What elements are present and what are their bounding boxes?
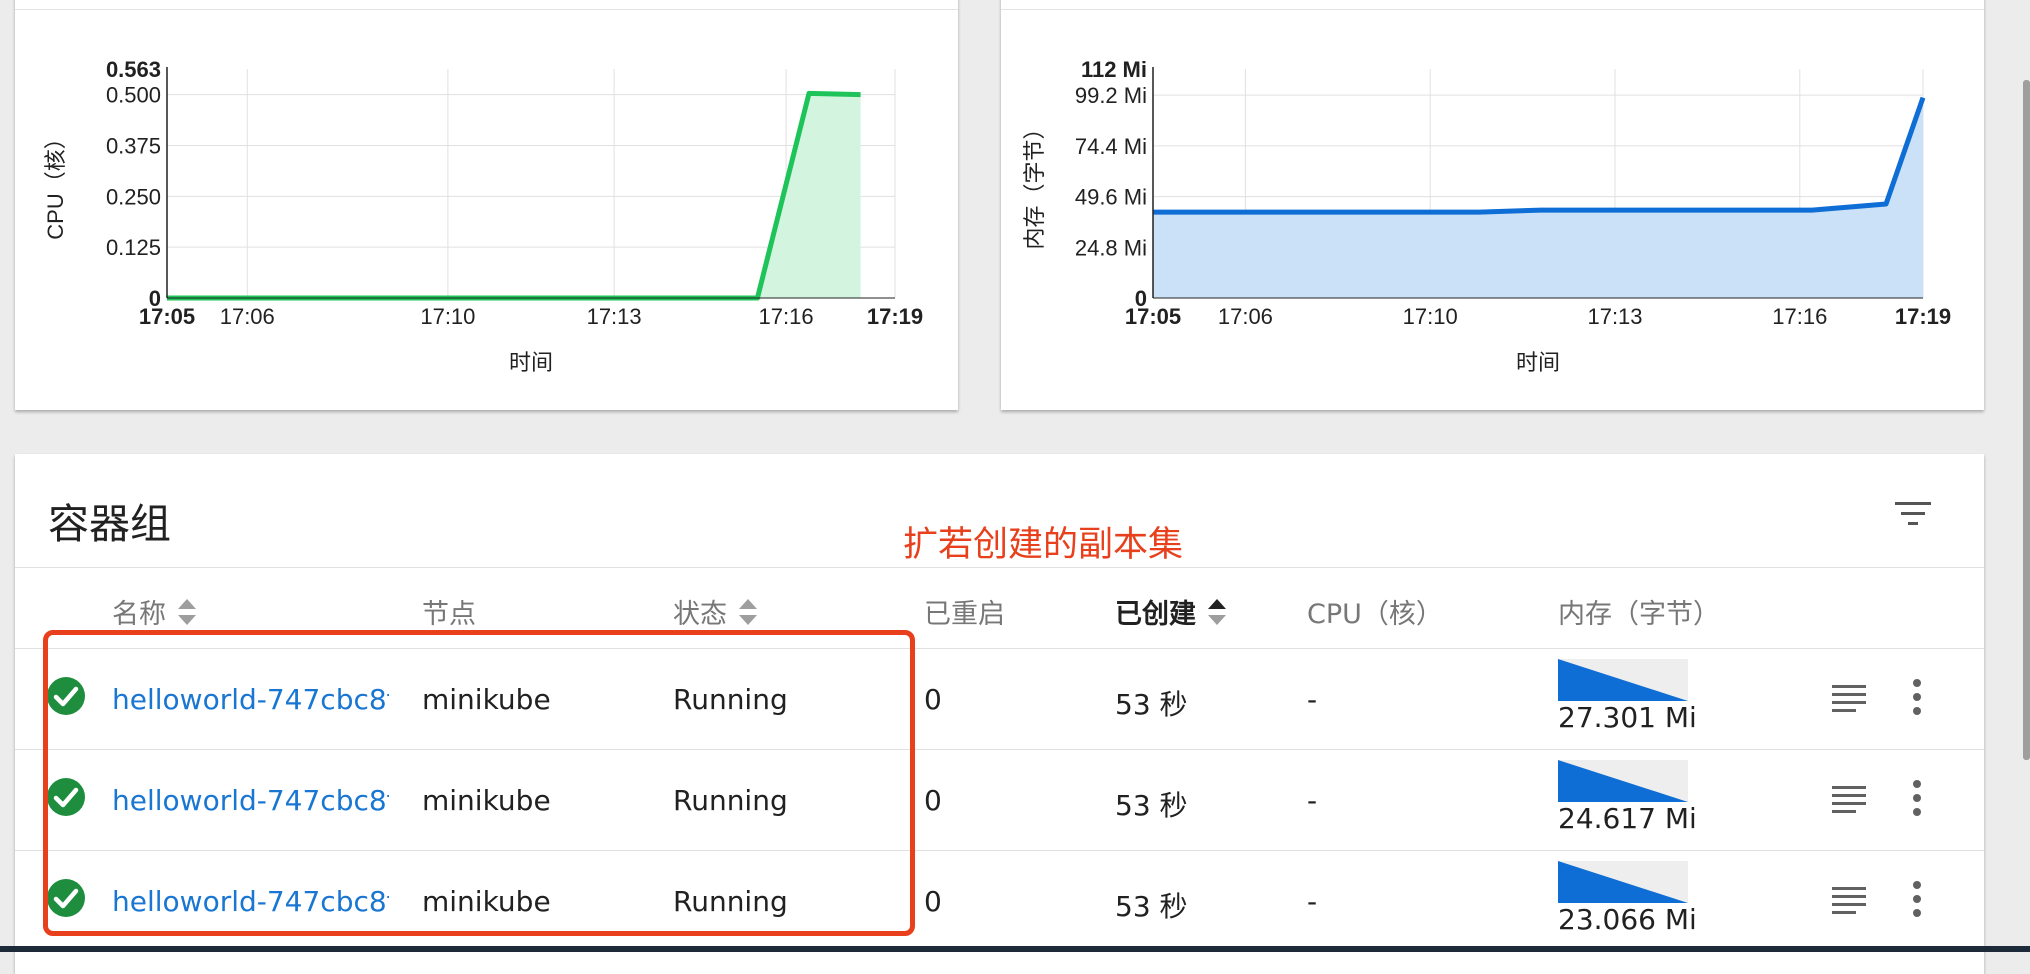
filter-list-icon[interactable] bbox=[1893, 494, 1933, 534]
column-header-status[interactable]: 状态 bbox=[673, 592, 759, 631]
sort-icon bbox=[176, 596, 198, 628]
pods-card: 容器组 扩若创建的副本集 名称 节点 状态 已重启 已创建 CPU（核） 内存（… bbox=[15, 454, 1984, 974]
x-tick-label: 17:06 bbox=[220, 304, 275, 329]
pod-status: Running bbox=[673, 885, 788, 918]
column-header-label: 节点 bbox=[422, 599, 476, 630]
column-header-label: 状态 bbox=[673, 599, 727, 630]
more-vert-icon[interactable] bbox=[1909, 879, 1925, 919]
column-header-name[interactable]: 名称 bbox=[112, 592, 198, 631]
pod-node: minikube bbox=[422, 784, 551, 817]
x-tick-label: 17:16 bbox=[759, 304, 814, 329]
pod-node: minikube bbox=[422, 885, 551, 918]
x-tick-label: 17:06 bbox=[1218, 304, 1273, 329]
table-row: helloworld-747cbc8fc1 minikube Running 0… bbox=[15, 649, 1984, 749]
y-axis-title: CPU（核） bbox=[43, 127, 68, 239]
column-header-label: 名称 bbox=[112, 599, 166, 630]
check-circle-icon bbox=[47, 677, 85, 715]
sort-icon bbox=[737, 596, 759, 628]
x-tick-label: 17:19 bbox=[1895, 304, 1951, 329]
replica-set-annotation: 扩若创建的副本集 bbox=[903, 525, 1184, 565]
column-header-label: CPU（核） bbox=[1307, 599, 1443, 630]
y-tick-label: 0.500 bbox=[106, 83, 161, 108]
x-tick-label: 17:13 bbox=[1587, 304, 1642, 329]
pods-section-title: 容器组 bbox=[48, 500, 171, 548]
memory-usage-chart: 024.8 Mi49.6 Mi74.4 Mi99.2 Mi112 Mi17:05… bbox=[1022, 57, 1951, 375]
logs-icon[interactable] bbox=[1832, 885, 1866, 915]
column-header-node: 节点 bbox=[422, 592, 476, 631]
memory-sparkline bbox=[1558, 861, 1688, 903]
pod-restarts: 0 bbox=[924, 784, 942, 817]
y-tick-label: 112 Mi bbox=[1081, 57, 1147, 82]
column-header-restarts: 已重启 bbox=[924, 592, 1005, 631]
table-row: helloworld-747cbc8fc1 minikube Running 0… bbox=[15, 851, 1984, 951]
cpu-usage-chart: 00.1250.2500.3750.5000.56317:05 17:06 17:1… bbox=[43, 57, 923, 375]
y-tick-label: 99.2 Mi bbox=[1075, 83, 1147, 108]
x-axis-title: 时间 bbox=[509, 350, 553, 375]
check-circle-icon bbox=[47, 778, 85, 816]
pod-node: minikube bbox=[422, 683, 551, 716]
pod-status: Running bbox=[673, 784, 788, 817]
pod-restarts: 0 bbox=[924, 885, 942, 918]
y-tick-label: 74.4 Mi bbox=[1075, 134, 1147, 159]
cpu-usage-card: 0 0.125 0.250 0.375 0.500 0.563 17:05 17:06 17:1… bbox=[15, 0, 958, 410]
logs-icon[interactable] bbox=[1832, 784, 1866, 814]
series-line bbox=[1153, 96, 1926, 215]
y-tick-label: 49.6 Mi bbox=[1075, 185, 1147, 210]
pod-name-link[interactable]: helloworld-747cbc8fc1 bbox=[112, 683, 389, 716]
pod-created: 53 秒 bbox=[1115, 890, 1188, 923]
page-scrollbar[interactable] bbox=[2023, 80, 2030, 760]
y-tick-label: 0.125 bbox=[106, 235, 161, 260]
header-divider bbox=[15, 567, 1984, 568]
memory-sparkline bbox=[1558, 760, 1688, 802]
check-circle-icon bbox=[47, 879, 85, 917]
x-tick-label: 17:10 bbox=[1403, 304, 1458, 329]
x-axis-title: 时间 bbox=[1516, 350, 1560, 375]
pod-status: Running bbox=[673, 683, 788, 716]
series-line bbox=[167, 90, 861, 301]
series-area bbox=[167, 93, 861, 299]
memory-usage-card: 0 24.8 Mi 49.6 Mi 74.4 Mi 99.2 Mi 112 Mi 17:05… bbox=[1001, 0, 1984, 410]
sort-active-icon bbox=[1206, 596, 1228, 628]
more-vert-icon[interactable] bbox=[1909, 778, 1925, 818]
window-bottom-edge bbox=[0, 946, 2030, 952]
pod-cpu: - bbox=[1307, 683, 1318, 716]
pod-name-link[interactable]: helloworld-747cbc8fc1 bbox=[112, 784, 389, 817]
y-tick-label: 0.375 bbox=[106, 133, 161, 158]
y-tick-label: 24.8 Mi bbox=[1075, 235, 1147, 260]
table-row: helloworld-747cbc8fc1 minikube Running 0… bbox=[15, 750, 1984, 850]
x-tick-label: 17:19 bbox=[867, 304, 923, 329]
pod-restarts: 0 bbox=[924, 683, 942, 716]
pod-created: 53 秒 bbox=[1115, 789, 1188, 822]
pod-name-link[interactable]: helloworld-747cbc8fc1 bbox=[112, 885, 389, 918]
pod-memory: 24.617 Mi bbox=[1558, 802, 1697, 835]
pod-memory: 23.066 Mi bbox=[1558, 903, 1697, 936]
x-tick-label: 17:05 bbox=[139, 304, 195, 329]
column-header-cpu: CPU（核） bbox=[1307, 592, 1443, 631]
series-area bbox=[1153, 97, 1923, 298]
x-tick-label: 17:10 bbox=[420, 304, 475, 329]
pod-created: 53 秒 bbox=[1115, 688, 1188, 721]
memory-sparkline bbox=[1558, 659, 1688, 701]
logs-icon[interactable] bbox=[1832, 683, 1866, 713]
column-header-created[interactable]: 已创建 bbox=[1115, 592, 1228, 631]
column-header-label: 已创建 bbox=[1115, 599, 1196, 630]
pod-memory: 27.301 Mi bbox=[1558, 701, 1697, 734]
pod-cpu: - bbox=[1307, 885, 1318, 918]
column-header-label: 内存（字节） bbox=[1558, 599, 1720, 630]
x-tick-label: 17:16 bbox=[1772, 304, 1827, 329]
x-tick-label: 17:05 bbox=[1125, 304, 1181, 329]
more-vert-icon[interactable] bbox=[1909, 677, 1925, 717]
y-tick-label: 0.563 bbox=[106, 57, 161, 82]
column-header-memory: 内存（字节） bbox=[1558, 592, 1720, 631]
pod-cpu: - bbox=[1307, 784, 1318, 817]
column-header-label: 已重启 bbox=[924, 599, 1005, 630]
x-tick-label: 17:13 bbox=[587, 304, 642, 329]
y-tick-label: 0.250 bbox=[106, 184, 161, 209]
y-axis-title: 内存（字节） bbox=[1022, 117, 1047, 249]
